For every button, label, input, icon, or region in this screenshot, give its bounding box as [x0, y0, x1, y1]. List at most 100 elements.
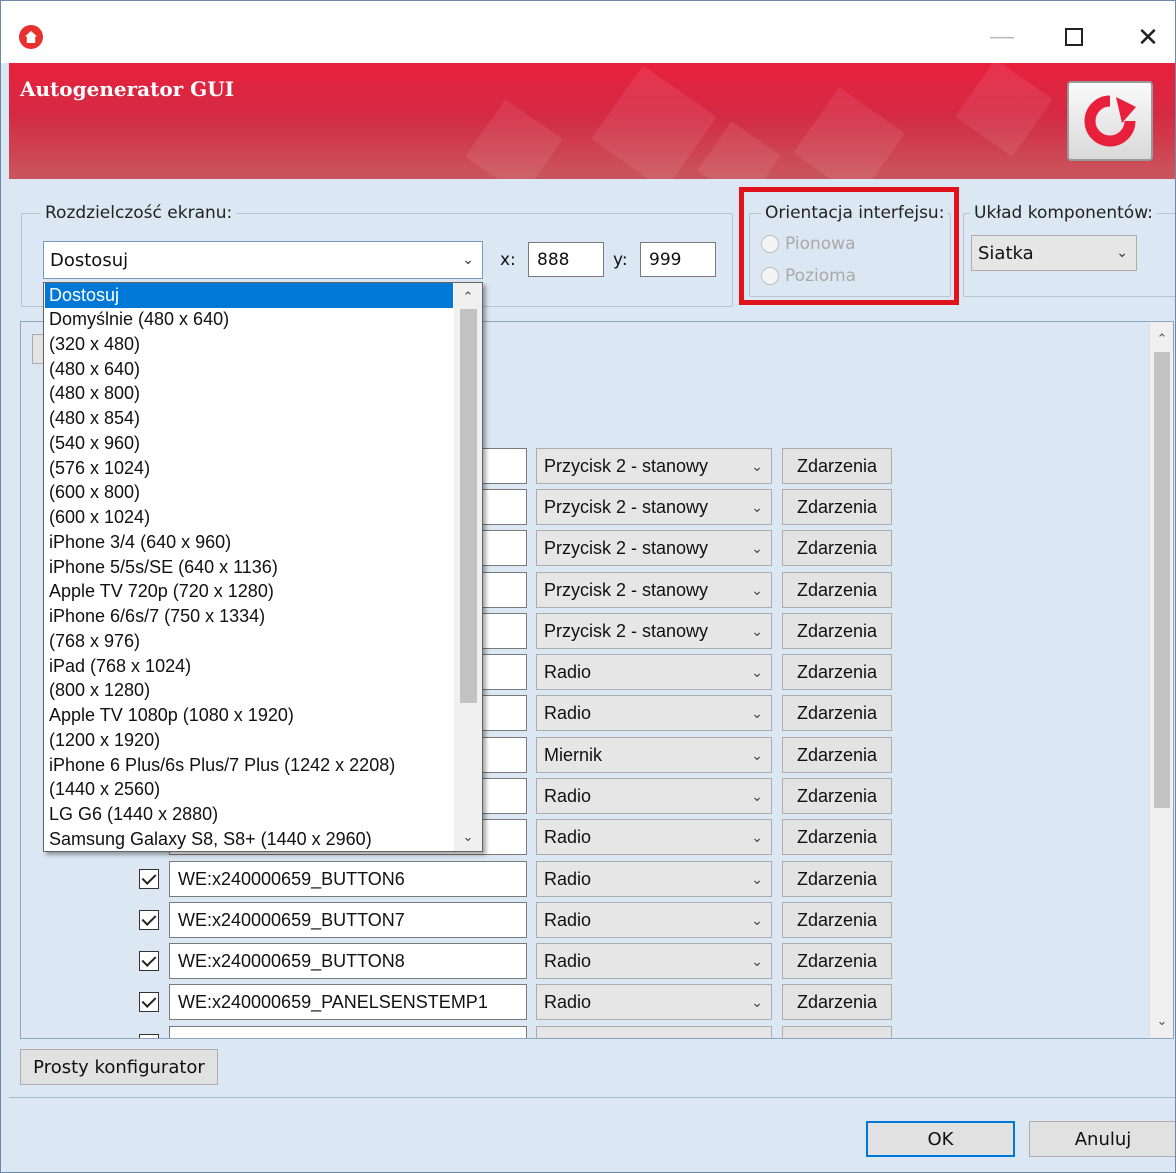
list-item[interactable]: iPad (768 x 1024) [45, 654, 453, 679]
component-name-input[interactable] [169, 1026, 527, 1038]
resolution-dropdown-list[interactable]: Dostosuj Domyślnie (480 x 640) (320 x 48… [43, 282, 483, 852]
events-button[interactable] [782, 1026, 892, 1038]
events-button[interactable]: Zdarzenia [782, 613, 892, 649]
list-item[interactable]: Dostosuj [45, 283, 453, 308]
list-item[interactable]: (768 x 976) [45, 629, 453, 654]
component-name-input[interactable]: WE:x240000659_BUTTON7 [169, 902, 527, 938]
list-item[interactable]: (320 x 480) [45, 332, 453, 357]
component-type-value: Miernik [544, 744, 603, 765]
component-type-select[interactable]: Radio ⌄ [536, 943, 772, 979]
chevron-down-icon: ⌄ [1116, 245, 1128, 261]
dropdown-scrollbar[interactable]: ⌃ ⌄ [454, 283, 482, 851]
list-item[interactable]: (576 x 1024) [45, 456, 453, 481]
component-type-select[interactable]: Przycisk 2 - stanowy ⌄ [536, 572, 772, 608]
orientation-highlight [739, 187, 959, 305]
component-name-input[interactable]: WE:x240000659_BUTTON8 [169, 943, 527, 979]
events-button[interactable]: Zdarzenia [782, 943, 892, 979]
list-item[interactable]: (480 x 640) [45, 357, 453, 382]
resolution-select[interactable]: Dostosuj ⌄ [43, 241, 483, 279]
component-type-select[interactable]: Radio ⌄ [536, 695, 772, 731]
events-button[interactable]: Zdarzenia [782, 448, 892, 484]
ok-button[interactable]: OK [866, 1121, 1015, 1157]
component-type-value: Przycisk 2 - stanowy [544, 579, 709, 600]
list-item[interactable]: iPhone 5/5s/SE (640 x 1136) [45, 555, 453, 580]
events-button[interactable]: Zdarzenia [782, 984, 892, 1020]
x-label: x: [500, 250, 516, 270]
chevron-down-icon: ⌄ [751, 747, 763, 763]
list-item[interactable]: LG G6 (1440 x 2880) [45, 802, 453, 827]
scroll-thumb[interactable] [460, 309, 477, 703]
events-button[interactable]: Zdarzenia [782, 861, 892, 897]
list-item[interactable]: (600 x 800) [45, 480, 453, 505]
list-item[interactable]: (600 x 1024) [45, 505, 453, 530]
y-input[interactable]: 999 [640, 242, 716, 277]
cancel-button[interactable]: Anuluj [1029, 1121, 1175, 1157]
component-checkbox[interactable] [139, 951, 159, 971]
component-name-input[interactable]: WE:x240000659_PANELSENSTEMP1 [169, 984, 527, 1020]
component-type-select[interactable]: Miernik ⌄ [536, 737, 772, 773]
list-item[interactable]: (480 x 800) [45, 381, 453, 406]
events-button[interactable]: Zdarzenia [782, 530, 892, 566]
events-button[interactable]: Zdarzenia [782, 819, 892, 855]
component-type-select[interactable]: Radio ⌄ [536, 902, 772, 938]
component-checkbox[interactable] [139, 869, 159, 889]
scroll-down-icon[interactable]: ⌄ [1150, 1008, 1173, 1034]
scroll-down-icon[interactable]: ⌄ [454, 825, 482, 849]
component-type-value: Radio [544, 661, 592, 682]
component-type-select[interactable] [536, 1026, 772, 1038]
component-checkbox[interactable] [139, 992, 159, 1012]
list-item[interactable]: iPhone 6 Plus/6s Plus/7 Plus (1242 x 220… [45, 753, 453, 778]
scroll-up-icon[interactable]: ⌃ [454, 285, 482, 309]
refresh-icon [1084, 95, 1136, 147]
list-item[interactable]: (1440 x 2560) [45, 777, 453, 802]
events-button[interactable]: Zdarzenia [782, 902, 892, 938]
layout-select[interactable]: Siatka ⌄ [971, 235, 1137, 271]
component-type-select[interactable]: Przycisk 2 - stanowy ⌄ [536, 530, 772, 566]
events-button[interactable]: Zdarzenia [782, 654, 892, 690]
component-type-select[interactable]: Radio ⌄ [536, 654, 772, 690]
events-button[interactable]: Zdarzenia [782, 572, 892, 608]
events-button[interactable]: Zdarzenia [782, 778, 892, 814]
close-button[interactable]: ✕ [1125, 15, 1171, 59]
chevron-down-icon: ⌄ [751, 788, 763, 804]
list-item[interactable]: iPhone 3/4 (640 x 960) [45, 530, 453, 555]
panel-scrollbar[interactable]: ⌃ ⌄ [1149, 322, 1173, 1038]
chevron-down-icon: ⌄ [462, 252, 474, 268]
component-checkbox[interactable] [139, 910, 159, 930]
header-banner: Autogenerator GUI [9, 63, 1175, 179]
layout-selected: Siatka [978, 242, 1034, 264]
component-type-select[interactable]: Radio ⌄ [536, 819, 772, 855]
list-item[interactable]: Apple TV 720p (720 x 1280) [45, 579, 453, 604]
x-input[interactable]: 888 [528, 242, 604, 277]
list-item[interactable]: Domyślnie (480 x 640) [45, 307, 453, 332]
component-type-select[interactable]: Radio ⌄ [536, 861, 772, 897]
chevron-down-icon: ⌄ [751, 458, 763, 474]
refresh-button[interactable] [1067, 81, 1153, 161]
chevron-down-icon: ⌄ [751, 705, 763, 721]
list-item[interactable]: (540 x 960) [45, 431, 453, 456]
component-type-select[interactable]: Radio ⌄ [536, 984, 772, 1020]
table-row: WE:x240000659_BUTTON8 Radio ⌄ Zdarzenia [21, 943, 1121, 979]
simple-config-button[interactable]: Prosty konfigurator [20, 1049, 218, 1085]
events-button[interactable]: Zdarzenia [782, 737, 892, 773]
minimize-button[interactable]: — [979, 15, 1025, 59]
scroll-up-icon[interactable]: ⌃ [1150, 326, 1173, 352]
scroll-thumb[interactable] [1154, 352, 1170, 808]
component-type-select[interactable]: Przycisk 2 - stanowy ⌄ [536, 489, 772, 525]
list-item[interactable]: (480 x 854) [45, 406, 453, 431]
list-item[interactable]: (1200 x 1920) [45, 728, 453, 753]
component-type-select[interactable]: Przycisk 2 - stanowy ⌄ [536, 448, 772, 484]
component-checkbox[interactable] [139, 1034, 159, 1038]
list-item[interactable]: (800 x 1280) [45, 678, 453, 703]
maximize-icon [1065, 28, 1083, 46]
maximize-button[interactable] [1051, 15, 1097, 59]
component-type-select[interactable]: Radio ⌄ [536, 778, 772, 814]
component-type-select[interactable]: Przycisk 2 - stanowy ⌄ [536, 613, 772, 649]
events-button[interactable]: Zdarzenia [782, 695, 892, 731]
events-button[interactable]: Zdarzenia [782, 489, 892, 525]
y-label: y: [613, 250, 628, 270]
component-name-input[interactable]: WE:x240000659_BUTTON6 [169, 861, 527, 897]
list-item[interactable]: Samsung Galaxy S8, S8+ (1440 x 2960) [45, 827, 453, 851]
list-item[interactable]: iPhone 6/6s/7 (750 x 1334) [45, 604, 453, 629]
list-item[interactable]: Apple TV 1080p (1080 x 1920) [45, 703, 453, 728]
